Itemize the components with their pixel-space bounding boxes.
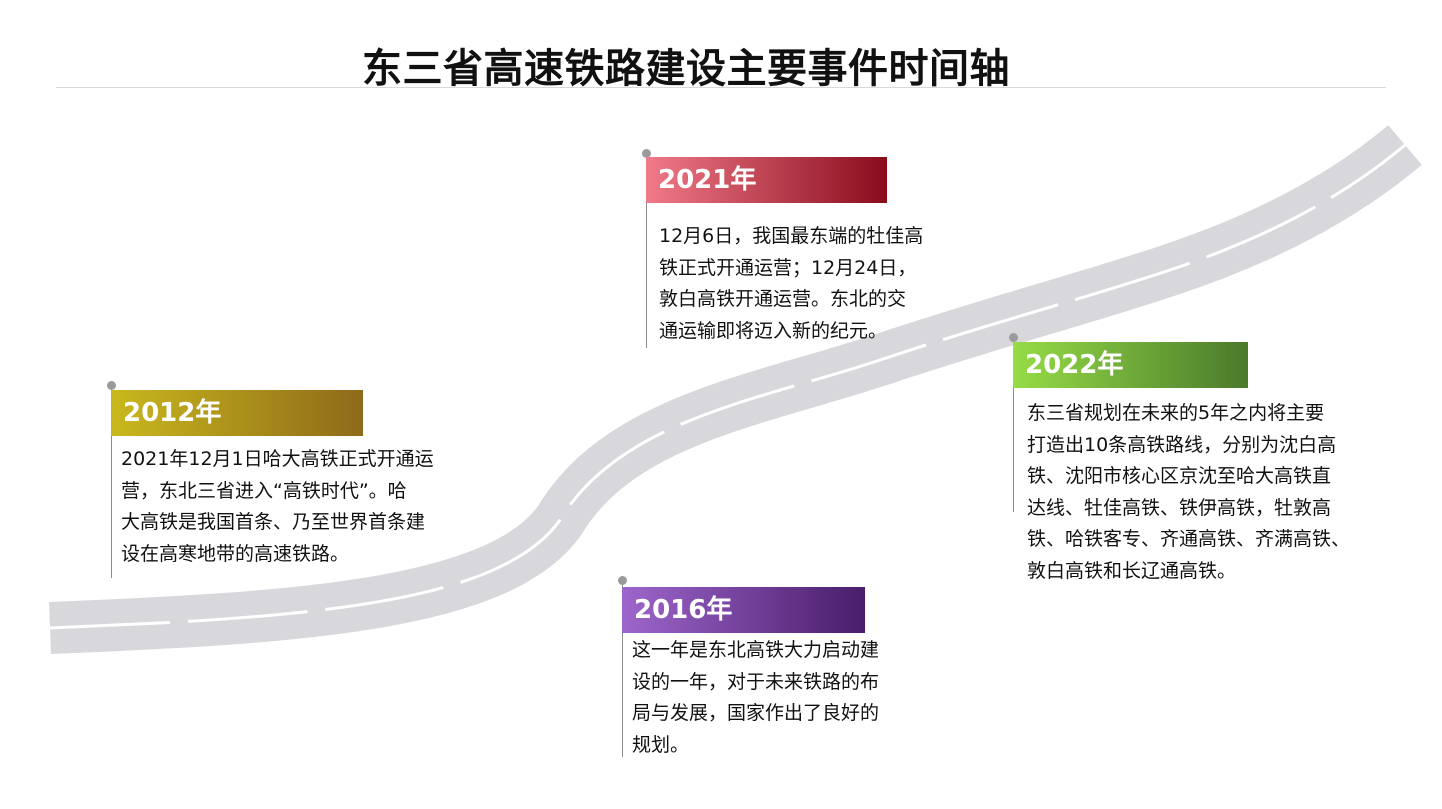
event-description-line: 铁正式开通运营；12月24日， xyxy=(659,256,917,279)
event-description: 这一年是东北高铁大力启动建 设的一年，对于未来铁路的布 局与发展，国家作出了良好… xyxy=(632,635,932,761)
event-description-line: 2021年12月1日哈大高铁正式开通运 xyxy=(121,448,434,470)
event-description-line: 设在高寒地带的高速铁路。 xyxy=(121,542,350,565)
event-description-line: 通运输即将迈入新的纪元。 xyxy=(659,319,888,342)
event-marker-dot xyxy=(1009,333,1018,342)
event-year: 2022年 xyxy=(1013,342,1248,388)
event-description: 2021年12月1日哈大高铁正式开通运 营，东北三省进入“高铁时代”。哈 大高铁… xyxy=(121,444,481,570)
event-description-line: 局与发展，国家作出了良好的 xyxy=(632,702,880,724)
event-description-line: 铁、哈铁客专、齐通高铁、齐满高铁、 xyxy=(1027,528,1351,550)
event-description-line: 敦白高铁和长辽通高铁。 xyxy=(1027,559,1237,582)
event-marker-dot xyxy=(618,576,627,585)
event-description-line: 规划。 xyxy=(632,733,690,756)
event-year: 2016年 xyxy=(622,587,865,633)
event-description-line: 东三省规划在未来的5年之内将主要 xyxy=(1027,402,1325,424)
event-description: 东三省规划在未来的5年之内将主要 打造出10条高铁路线，分别为沈白高 铁、沈阳市… xyxy=(1027,398,1387,587)
event-description-line: 达线、牡佳高铁、铁伊高铁，牡敦高 xyxy=(1027,496,1332,519)
event-description-line: 设的一年，对于未来铁路的布 xyxy=(632,670,880,693)
event-description-line: 大高铁是我国首条、乃至世界首条建 xyxy=(121,511,426,533)
event-description-line: 12月6日，我国最东端的牡佳高 xyxy=(659,225,924,247)
event-description-line: 这一年是东北高铁大力启动建 xyxy=(632,639,880,661)
event-marker-dot xyxy=(107,381,116,390)
event-description-line: 营，东北三省进入“高铁时代”。哈 xyxy=(121,479,407,502)
event-year: 2021年 xyxy=(646,157,887,203)
event-description-line: 打造出10条高铁路线，分别为沈白高 xyxy=(1027,433,1337,456)
event-year: 2012年 xyxy=(111,390,363,436)
event-description-line: 铁、沈阳市核心区京沈至哈大高铁直 xyxy=(1027,465,1332,487)
event-description-line: 敦白高铁开通运营。东北的交 xyxy=(659,288,907,310)
event-description: 12月6日，我国最东端的牡佳高 铁正式开通运营；12月24日， 敦白高铁开通运营… xyxy=(659,221,959,347)
